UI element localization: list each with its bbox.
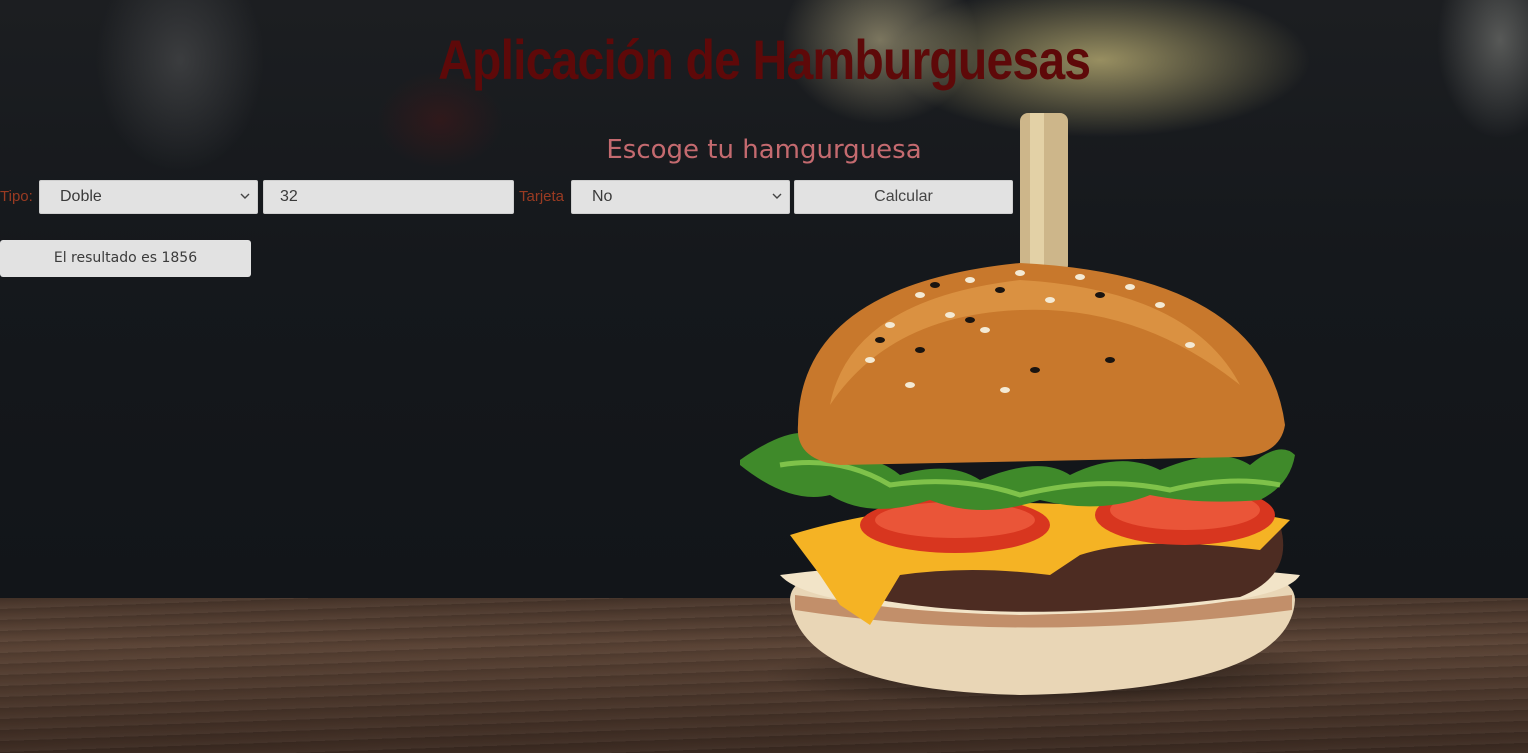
chevron-down-icon [240, 193, 250, 199]
result-box: El resultado es 1856 [0, 240, 251, 277]
tarjeta-label: Tarjeta [519, 188, 565, 205]
tarjeta-select[interactable]: No [571, 180, 790, 214]
background-photo [0, 0, 1528, 753]
burger-form: Tipo: Doble 32 Tarjeta No Calcular [0, 180, 1528, 214]
tipo-select[interactable]: Doble [39, 180, 258, 214]
cantidad-input[interactable]: 32 [263, 180, 514, 214]
tipo-label: Tipo: [0, 188, 33, 205]
tipo-selected-value: Doble [60, 188, 102, 205]
page-title: Aplicación de Hamburguesas [438, 28, 1091, 91]
page-subtitle: Escoge tu hamgurguesa [606, 135, 922, 165]
chevron-down-icon [772, 193, 782, 199]
calcular-button[interactable]: Calcular [794, 180, 1013, 214]
tarjeta-selected-value: No [592, 188, 613, 205]
cantidad-value: 32 [280, 188, 298, 205]
